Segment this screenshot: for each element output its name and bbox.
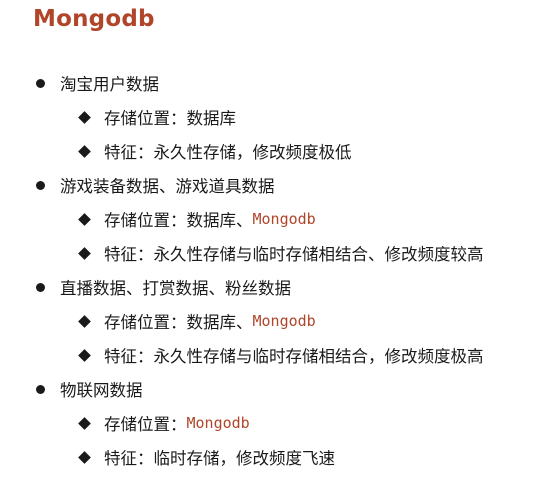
list-item: 存储位置： Mongodb bbox=[0, 406, 540, 440]
bullet-list: 淘宝用户数据 存储位置：数据库 特征：永久性存储，修改频度极低 游戏装备数据、游… bbox=[0, 66, 540, 474]
bullet-diamond-icon bbox=[78, 314, 91, 328]
bullet-dot-icon bbox=[36, 282, 45, 292]
list-item: 存储位置：数据库 bbox=[0, 100, 540, 134]
list-item: 存储位置：数据库、 Mongodb bbox=[0, 304, 540, 338]
bullet-dot-icon bbox=[36, 180, 45, 190]
bullet-dot-icon bbox=[36, 78, 45, 88]
section-label: 直播数据、打赏数据、粉丝数据 bbox=[60, 279, 291, 298]
list-item: 特征：永久性存储，修改频度极低 bbox=[0, 134, 540, 168]
bullet-diamond-icon bbox=[78, 144, 91, 158]
code-term: Mongodb bbox=[252, 210, 316, 228]
item-text: 特征：永久性存储与临时存储相结合，修改频度极高 bbox=[104, 347, 484, 366]
code-term: Mongodb bbox=[252, 312, 316, 330]
item-text: 特征：永久性存储与临时存储相结合、修改频度较高 bbox=[104, 245, 484, 264]
list-item: 特征：临时存储，修改频度飞速 bbox=[0, 440, 540, 474]
section-label: 物联网数据 bbox=[60, 381, 143, 400]
item-text: 特征：永久性存储，修改频度极低 bbox=[104, 143, 352, 162]
list-item: 特征：永久性存储与临时存储相结合，修改频度极高 bbox=[0, 338, 540, 372]
list-item: 存储位置：数据库、 Mongodb bbox=[0, 202, 540, 236]
list-item: 特征：永久性存储与临时存储相结合、修改频度较高 bbox=[0, 236, 540, 270]
item-text: 存储位置： bbox=[104, 415, 187, 434]
bullet-diamond-icon bbox=[78, 246, 91, 260]
bullet-dot-icon bbox=[36, 384, 45, 394]
list-item: 物联网数据 bbox=[0, 372, 540, 406]
item-text: 存储位置：数据库 bbox=[104, 109, 236, 128]
page-title: Mongodb bbox=[33, 6, 155, 32]
item-text: 存储位置：数据库、 bbox=[104, 313, 253, 332]
section-label: 淘宝用户数据 bbox=[60, 75, 159, 94]
section-taobao: 淘宝用户数据 存储位置：数据库 特征：永久性存储，修改频度极低 bbox=[0, 66, 540, 168]
section-label: 游戏装备数据、游戏道具数据 bbox=[60, 177, 275, 196]
bullet-diamond-icon bbox=[78, 348, 91, 362]
item-text: 存储位置：数据库、 bbox=[104, 211, 253, 230]
section-game: 游戏装备数据、游戏道具数据 存储位置：数据库、 Mongodb 特征：永久性存储与… bbox=[0, 168, 540, 270]
bullet-diamond-icon bbox=[78, 450, 91, 464]
section-iot: 物联网数据 存储位置： Mongodb 特征：临时存储，修改频度飞速 bbox=[0, 372, 540, 474]
bullet-diamond-icon bbox=[78, 212, 91, 226]
code-term: Mongodb bbox=[186, 414, 250, 432]
bullet-diamond-icon bbox=[78, 110, 91, 124]
bullet-diamond-icon bbox=[78, 416, 91, 430]
item-text: 特征：临时存储，修改频度飞速 bbox=[104, 449, 335, 468]
list-item: 游戏装备数据、游戏道具数据 bbox=[0, 168, 540, 202]
list-item: 直播数据、打赏数据、粉丝数据 bbox=[0, 270, 540, 304]
section-live: 直播数据、打赏数据、粉丝数据 存储位置：数据库、 Mongodb 特征：永久性存储… bbox=[0, 270, 540, 372]
list-item: 淘宝用户数据 bbox=[0, 66, 540, 100]
